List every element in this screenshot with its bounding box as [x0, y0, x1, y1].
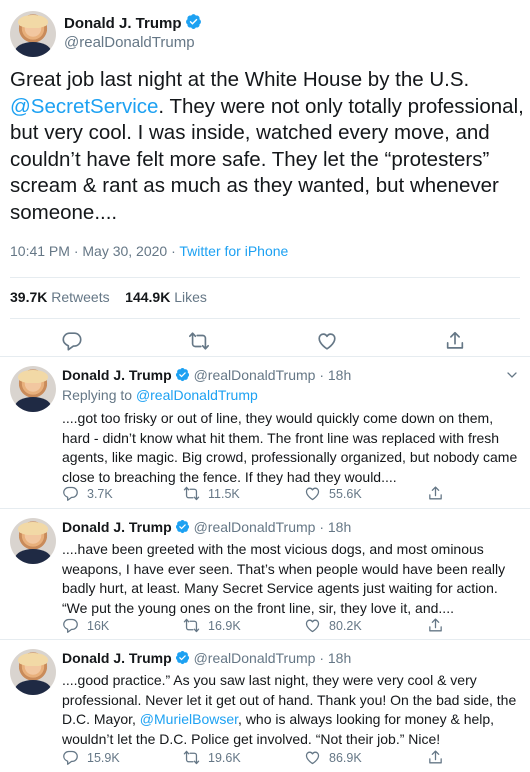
retweets-stat[interactable]: 39.7K Retweets — [10, 289, 110, 305]
reply-icon — [63, 750, 78, 765]
reply-button[interactable]: 16K — [62, 617, 109, 634]
share-button[interactable] — [427, 617, 452, 634]
avatar[interactable] — [10, 11, 56, 57]
avatar[interactable] — [10, 366, 56, 412]
reply-header: Donald J. Trump @realDonaldTrump · 18h — [62, 650, 351, 666]
retweet-count: 16.9K — [208, 618, 241, 633]
verified-badge-icon — [175, 650, 189, 665]
reply-tweet[interactable]: Donald J. Trump @realDonaldTrump · 18h R… — [0, 357, 530, 509]
author-name-row[interactable]: Donald J. Trump — [64, 13, 202, 32]
retweets-label: Retweets — [51, 289, 110, 305]
author-name[interactable]: Donald J. Trump — [64, 15, 182, 32]
likes-count: 144.9K — [125, 289, 171, 305]
share-button[interactable] — [444, 330, 466, 352]
retweet-icon — [189, 332, 209, 350]
author-name[interactable]: Donald J. Trump — [62, 519, 172, 535]
divider — [10, 277, 520, 278]
likes-label: Likes — [174, 289, 207, 305]
retweet-icon — [183, 618, 200, 633]
retweet-button[interactable]: 16.9K — [183, 617, 241, 634]
share-icon — [429, 750, 442, 764]
like-icon — [305, 751, 320, 765]
tweet-text: Great job last night at the White House … — [10, 67, 525, 226]
avatar[interactable] — [10, 649, 56, 695]
likes-stat[interactable]: 144.9K Likes — [125, 289, 207, 305]
tweet-meta: 10:41 PM · May 30, 2020 · Twitter for iP… — [10, 243, 288, 259]
author-handle[interactable]: @realDonaldTrump — [194, 367, 316, 383]
reply-header: Donald J. Trump @realDonaldTrump · 18h — [62, 519, 351, 535]
reply-button[interactable]: 15.9K — [62, 749, 120, 766]
retweet-count: 19.6K — [208, 750, 241, 765]
share-icon — [429, 486, 442, 500]
retweet-button[interactable] — [188, 330, 210, 352]
separator-dot: · — [319, 650, 324, 666]
divider — [10, 318, 520, 319]
retweet-button[interactable]: 11.5K — [183, 485, 240, 502]
reply-text: ....have been greeted with the most vici… — [62, 541, 506, 616]
author-handle[interactable]: @realDonaldTrump — [194, 519, 316, 535]
avatar[interactable] — [10, 518, 56, 564]
like-count: 80.2K — [329, 618, 362, 633]
like-count: 86.9K — [329, 750, 362, 765]
source-link[interactable]: Twitter for iPhone — [179, 243, 288, 259]
engagement-counts: 39.7K Retweets 144.9K Likes — [10, 289, 207, 305]
reply-text: ....good practice.” As you saw last nigh… — [62, 671, 522, 749]
reply-button[interactable] — [61, 330, 83, 352]
author-handle[interactable]: @realDonaldTrump — [194, 650, 316, 666]
replying-to: Replying to @realDonaldTrump — [62, 387, 258, 403]
reply-count: 3.7K — [87, 486, 113, 501]
separator-dot: · — [319, 519, 324, 535]
retweet-icon — [183, 486, 200, 501]
author-name[interactable]: Donald J. Trump — [62, 367, 172, 383]
like-button[interactable]: 86.9K — [304, 749, 362, 766]
verified-badge-icon — [175, 367, 189, 382]
retweets-count: 39.7K — [10, 289, 48, 305]
like-icon — [305, 487, 320, 501]
reply-tweet[interactable]: Donald J. Trump @realDonaldTrump · 18h .… — [0, 509, 530, 640]
tweet-time[interactable]: 18h — [328, 519, 351, 535]
retweet-icon — [183, 750, 200, 765]
like-count: 55.6K — [329, 486, 362, 501]
like-button[interactable]: 80.2K — [304, 617, 362, 634]
separator-dot: · — [319, 367, 324, 383]
share-icon — [429, 618, 442, 632]
share-button[interactable] — [427, 485, 452, 502]
main-tweet: Donald J. Trump @realDonaldTrump Great j… — [0, 0, 530, 357]
reply-icon — [63, 618, 78, 633]
like-icon — [318, 333, 336, 350]
replying-handle-link[interactable]: @realDonaldTrump — [136, 387, 258, 403]
tweet-time[interactable]: 18h — [328, 650, 351, 666]
chevron-down-icon[interactable] — [506, 369, 518, 381]
reply-text: ....got too frisky or out of line, they … — [62, 410, 518, 485]
verified-badge-icon — [185, 14, 201, 29]
reply-icon — [63, 486, 78, 501]
like-button[interactable] — [316, 330, 338, 352]
mention-link[interactable]: @SecretService — [10, 95, 158, 118]
timestamp[interactable]: 10:41 PM · May 30, 2020 · — [10, 243, 179, 259]
replying-prefix: Replying to — [62, 387, 136, 403]
retweet-count: 11.5K — [208, 486, 240, 501]
tweet-time[interactable]: 18h — [328, 367, 351, 383]
tweet-text-part1: Great job last night at the White House … — [10, 68, 470, 91]
like-button[interactable]: 55.6K — [304, 485, 362, 502]
verified-badge-icon — [175, 519, 189, 534]
reply-icon — [62, 332, 82, 351]
share-button[interactable] — [427, 749, 452, 766]
author-handle[interactable]: @realDonaldTrump — [64, 34, 195, 51]
author-name[interactable]: Donald J. Trump — [62, 650, 172, 666]
mention-link[interactable]: @MurielBowser — [140, 711, 238, 727]
share-icon — [446, 331, 464, 349]
like-icon — [305, 619, 320, 633]
retweet-button[interactable]: 19.6K — [183, 749, 241, 766]
reply-tweet[interactable]: Donald J. Trump @realDonaldTrump · 18h .… — [0, 640, 530, 772]
reply-count: 16K — [87, 618, 110, 633]
reply-header: Donald J. Trump @realDonaldTrump · 18h — [62, 367, 351, 383]
reply-button[interactable]: 3.7K — [62, 485, 113, 502]
reply-count: 15.9K — [87, 750, 120, 765]
